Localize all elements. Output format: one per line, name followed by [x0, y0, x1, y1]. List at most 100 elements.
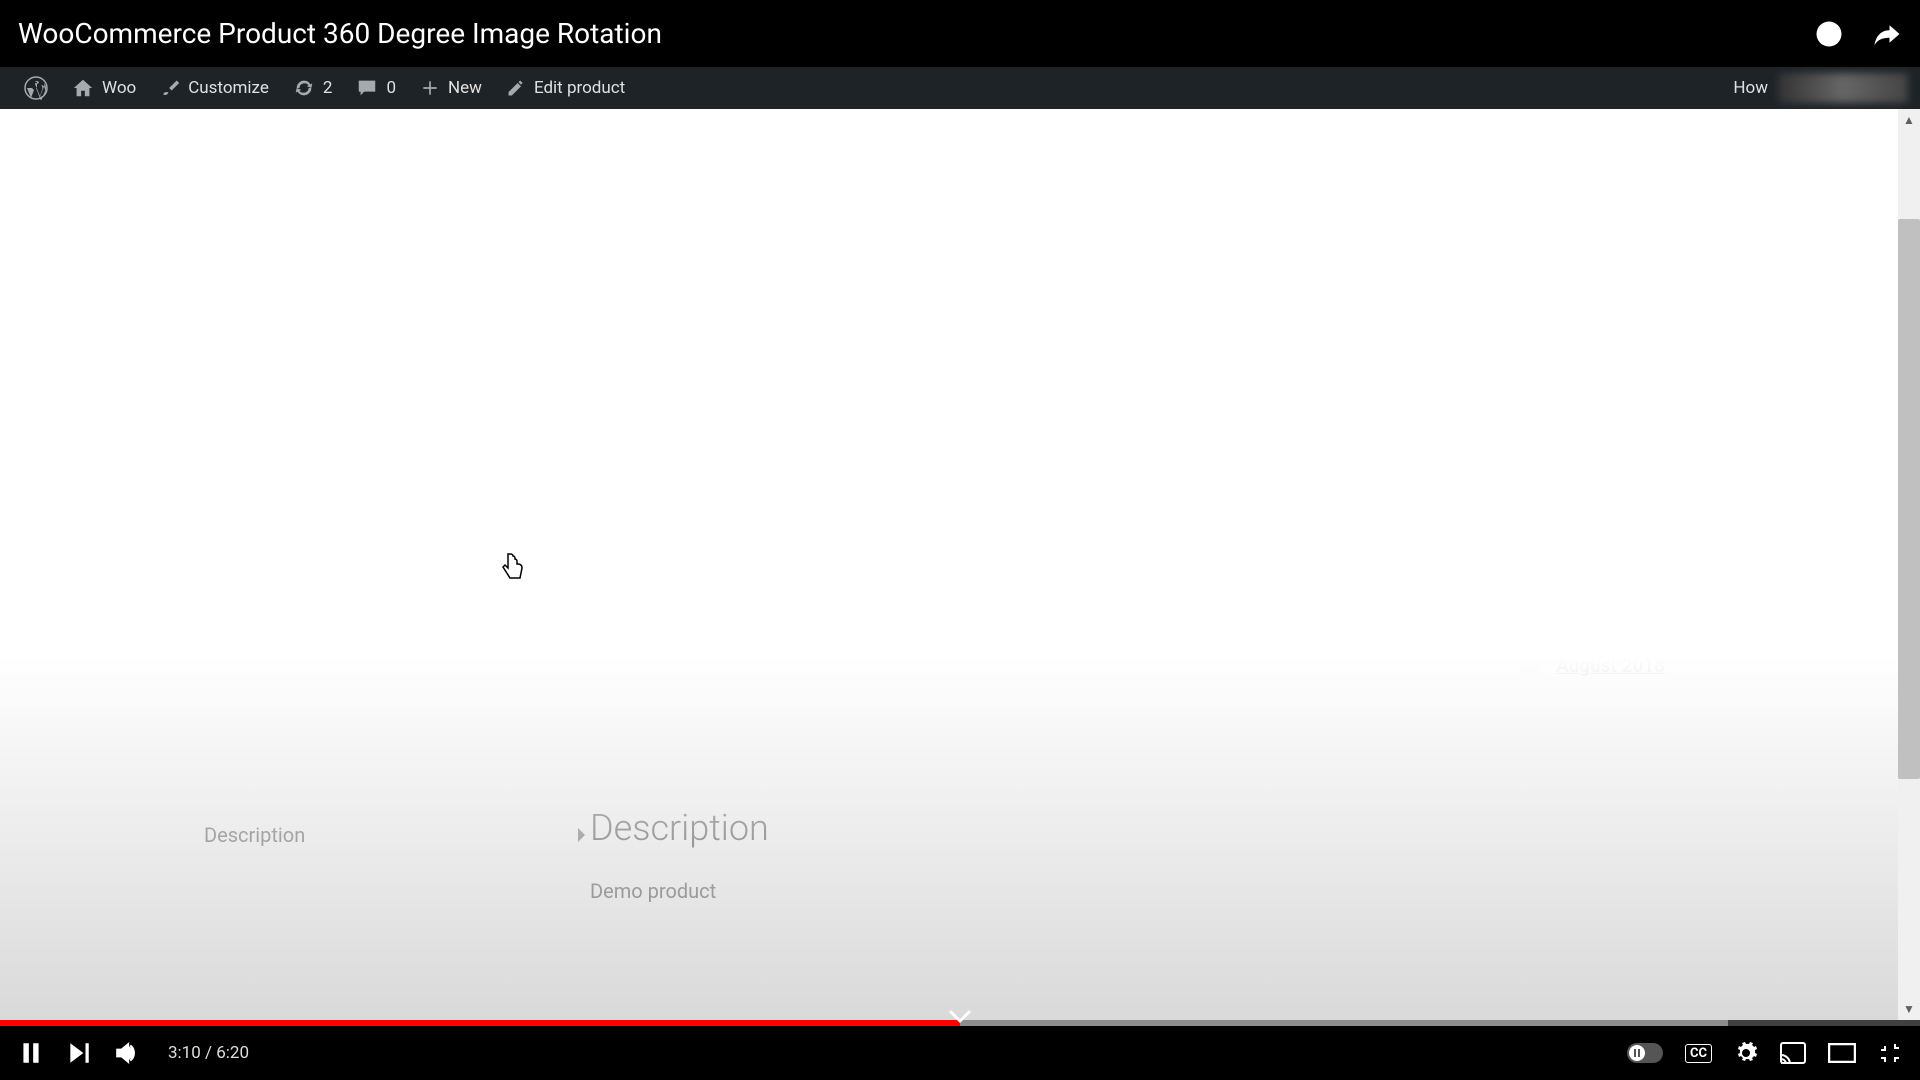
archives-heading: Archives	[1520, 594, 1820, 624]
wp-logo-menu[interactable]	[12, 76, 60, 100]
category-link[interactable]: Uncategorized	[885, 547, 1007, 570]
recent-post-link[interactable]: Hello world!	[1554, 354, 1655, 377]
price-sale: ₹1,250.00	[952, 354, 1083, 389]
progress-played	[0, 1020, 960, 1026]
wp-user-menu[interactable]: How	[1733, 73, 1908, 103]
sidebar: Recent Posts Hello world! Recent Comment…	[1520, 212, 1840, 727]
wp-user-blurred	[1778, 73, 1908, 103]
theater-mode-button[interactable]	[1828, 1043, 1856, 1063]
bicycle-image	[220, 232, 620, 492]
header-actions	[1814, 19, 1902, 49]
description-text: Demo product	[590, 879, 1920, 903]
pause-button[interactable]	[18, 1040, 44, 1066]
thumb-360-label: 360°	[544, 575, 583, 598]
comment-post-link[interactable]: Hello world!	[1520, 518, 1621, 541]
product-tabs: Description Description Demo product	[0, 727, 1920, 903]
controls-right: CC	[1627, 1041, 1902, 1065]
wp-updates[interactable]: 2	[281, 77, 345, 99]
tab-description-label: Description	[204, 823, 305, 847]
archive-link[interactable]: August 2018	[1556, 654, 1665, 677]
wp-user-greeting: How	[1733, 78, 1768, 98]
home-icon	[72, 77, 94, 99]
description-heading: Description	[590, 807, 1920, 849]
comment-icon	[1520, 491, 1540, 509]
search-input[interactable]	[1550, 212, 1820, 234]
breadcrumb-current: BTW Cycle	[459, 139, 550, 162]
wp-new-label: New	[448, 78, 482, 98]
recent-post-item: Hello world!	[1520, 354, 1820, 377]
product-price: ₹1,500.00 ₹1,250.00	[800, 354, 1400, 389]
page-body: Home Uncategorized BTW Cycle	[0, 109, 1920, 1020]
thumbnail-2[interactable]	[310, 552, 378, 620]
thumbnail-360[interactable]: ↻ 360°	[530, 552, 598, 620]
scrollbar-down-arrow[interactable]: ▼	[1898, 998, 1920, 1020]
document-icon	[1520, 355, 1538, 377]
breadcrumb-home[interactable]: Home	[200, 139, 281, 162]
add-to-cart-button[interactable]: Add to cart	[878, 429, 1042, 487]
wp-updates-count: 2	[323, 78, 333, 98]
product-main-image[interactable]	[200, 212, 640, 512]
share-icon[interactable]	[1872, 19, 1902, 49]
plus-icon	[420, 78, 440, 98]
recent-posts-heading: Recent Posts	[1520, 294, 1820, 324]
wp-edit-label: Edit product	[534, 78, 625, 98]
product-main: ↻ 360° SALE! BTW Cycle ₹1,500.00 ₹1,250.…	[0, 162, 1920, 727]
wp-new[interactable]: New	[408, 78, 494, 98]
zoom-icon[interactable]	[590, 230, 622, 262]
wordpress-icon	[24, 76, 48, 100]
autoplay-toggle[interactable]	[1627, 1043, 1663, 1063]
product-thumbnails: ↻ 360°	[200, 552, 760, 620]
recent-comments-heading: Recent Comments	[1520, 427, 1820, 457]
cast-button[interactable]	[1780, 1042, 1806, 1064]
product-gallery: ↻ 360°	[200, 212, 760, 727]
wp-comments[interactable]: 0	[344, 77, 408, 99]
add-to-cart-form: Add to cart	[800, 429, 1400, 487]
fullscreen-exit-button[interactable]	[1878, 1041, 1902, 1065]
wp-admin-bar: Woo Customize 2 0 New Edit product How	[0, 67, 1920, 109]
product-summary: SALE! BTW Cycle ₹1,500.00 ₹1,250.00 Add …	[800, 212, 1400, 727]
rotate-arrow-icon: ↻	[574, 552, 586, 568]
scrollbar-thumb[interactable]	[1898, 219, 1920, 779]
thumbnail-1[interactable]	[200, 552, 268, 620]
tab-description[interactable]: Description	[200, 807, 590, 863]
video-title: WooCommerce Product 360 Degree Image Rot…	[18, 17, 662, 50]
settings-button[interactable]	[1734, 1041, 1758, 1065]
breadcrumb: Home Uncategorized BTW Cycle	[0, 109, 1920, 162]
folder-icon	[1520, 657, 1540, 675]
thumbnail-3[interactable]	[420, 552, 488, 620]
captions-button[interactable]: CC	[1685, 1044, 1712, 1063]
tab-panel-description: Description Demo product	[590, 807, 1920, 903]
page-scrollbar[interactable]: ▲ ▼	[1898, 109, 1920, 1020]
wp-customize[interactable]: Customize	[148, 78, 281, 98]
wp-site-menu[interactable]: Woo	[60, 77, 148, 99]
archive-item: August 2018	[1520, 654, 1820, 677]
volume-button[interactable]	[114, 1040, 140, 1066]
price-original: ₹1,500.00	[800, 354, 931, 389]
breadcrumb-home-label: Home	[230, 139, 281, 162]
watch-later-icon[interactable]	[1814, 19, 1844, 49]
chevron-right-icon	[576, 828, 586, 842]
comment-author-link[interactable]: A WordPress Commenter	[1556, 489, 1772, 512]
autoplay-knob	[1629, 1045, 1645, 1061]
product-title: BTW Cycle	[800, 256, 1400, 324]
video-player-controls: 3:10 / 6:20 CC	[0, 1026, 1920, 1080]
updates-icon	[293, 77, 315, 99]
current-time: 3:10	[168, 1043, 201, 1063]
next-button[interactable]	[66, 1040, 92, 1066]
chapters-toggle[interactable]	[949, 1010, 971, 1024]
wp-comments-count: 0	[386, 78, 396, 98]
duration: 6:20	[216, 1043, 249, 1063]
video-header: WooCommerce Product 360 Degree Image Rot…	[0, 0, 1920, 67]
product-meta: Category: Uncategorized	[800, 547, 1400, 570]
wp-customize-label: Customize	[188, 78, 269, 98]
comment-icon	[356, 77, 378, 99]
comment-on-text: on	[1772, 489, 1798, 512]
scrollbar-up-arrow[interactable]: ▲	[1898, 109, 1920, 131]
brush-icon	[160, 78, 180, 98]
tab-nav: Description	[200, 807, 590, 903]
breadcrumb-category[interactable]: Uncategorized	[309, 139, 431, 162]
wp-edit[interactable]: Edit product	[494, 78, 637, 98]
quantity-input[interactable]	[800, 429, 860, 487]
sale-badge: SALE!	[800, 212, 874, 246]
home-icon	[200, 141, 220, 161]
